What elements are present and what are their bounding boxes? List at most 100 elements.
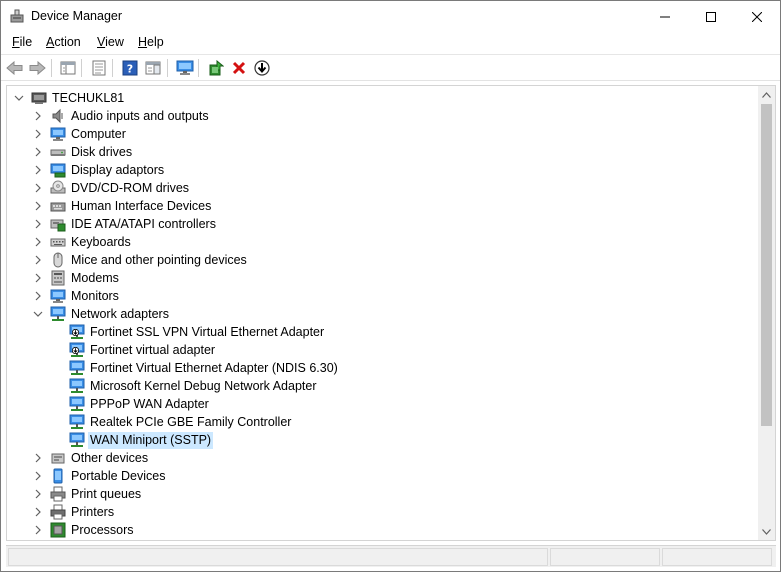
properties-button[interactable] — [89, 58, 109, 78]
network-adapter-icon — [69, 414, 85, 430]
tree-device-fortinet-ssl-vpn-virtual-ethernet-adapter[interactable]: Fortinet SSL VPN Virtual Ethernet Adapte… — [69, 323, 326, 341]
svg-text:?: ? — [127, 63, 133, 76]
keyboard-icon — [50, 234, 66, 250]
tree-device-pppop-wan-adapter[interactable]: PPPoP WAN Adapter — [69, 395, 211, 413]
expand-chevron-icon[interactable] — [32, 107, 44, 125]
enable-device-button[interactable] — [252, 58, 272, 78]
expand-chevron-icon[interactable] — [32, 161, 44, 179]
menu-action[interactable]: Action — [46, 35, 81, 49]
network-adapter-icon — [69, 432, 85, 448]
expand-chevron-icon[interactable] — [32, 251, 44, 269]
collapse-chevron-icon[interactable] — [32, 305, 44, 323]
device-manager-window: Device Manager File Action View Help ? T… — [0, 0, 781, 572]
menu-help[interactable]: Help — [138, 35, 164, 49]
scrollbar-thumb[interactable] — [761, 104, 772, 426]
tree-item-label: Other devices — [71, 450, 149, 465]
expand-chevron-icon[interactable] — [32, 125, 44, 143]
close-button[interactable] — [734, 1, 780, 32]
minimize-icon — [660, 16, 670, 17]
tree-category-audio-inputs-and-outputs[interactable]: Audio inputs and outputs — [32, 107, 211, 125]
tree-category-dvd-cd-rom-drives[interactable]: DVD/CD-ROM drives — [32, 179, 191, 197]
expand-chevron-icon[interactable] — [32, 179, 44, 197]
tree-category-modems[interactable]: Modems — [32, 269, 121, 287]
expand-chevron-icon[interactable] — [32, 503, 44, 521]
tree-category-portable-devices[interactable]: Portable Devices — [32, 467, 168, 485]
menu-file[interactable]: File — [12, 35, 32, 49]
back-button[interactable] — [5, 58, 25, 78]
tree-device-realtek-pcie-gbe-family-controller[interactable]: Realtek PCIe GBE Family Controller — [69, 413, 293, 431]
tree-item-label: Disk drives — [71, 144, 133, 159]
expand-chevron-icon[interactable] — [32, 233, 44, 251]
expand-chevron-icon[interactable] — [32, 287, 44, 305]
forward-button[interactable] — [27, 58, 47, 78]
scroll-up-button[interactable] — [758, 86, 775, 103]
tree-category-disk-drives[interactable]: Disk drives — [32, 143, 134, 161]
print-queue-icon — [50, 486, 66, 502]
speaker-icon — [50, 108, 66, 124]
network-adapter-icon — [69, 396, 85, 412]
expand-chevron-icon[interactable] — [32, 197, 44, 215]
tree-item-label: DVD/CD-ROM drives — [71, 180, 190, 195]
tree-item-label: Print queues — [71, 486, 142, 501]
expand-chevron-icon[interactable] — [32, 485, 44, 503]
vertical-scrollbar[interactable] — [758, 86, 775, 540]
uninstall-device-button[interactable] — [229, 58, 249, 78]
toolbar-separator — [81, 59, 82, 77]
forward-icon — [29, 61, 46, 75]
tree-category-monitors[interactable]: Monitors — [32, 287, 121, 305]
scroll-down-button[interactable] — [758, 523, 775, 540]
window-title: Device Manager — [31, 9, 123, 23]
expand-chevron-icon[interactable] — [32, 215, 44, 233]
tree-category-ide-ata-atapi-controllers[interactable]: IDE ATA/ATAPI controllers — [32, 215, 218, 233]
menu-bar: File Action View Help — [1, 32, 780, 54]
update-driver-button[interactable] — [206, 58, 226, 78]
tree-category-computer[interactable]: Computer — [32, 125, 128, 143]
expand-chevron-icon[interactable] — [32, 449, 44, 467]
tree-category-keyboards[interactable]: Keyboards — [32, 233, 133, 251]
expand-chevron-icon[interactable] — [32, 269, 44, 287]
disk-drive-icon — [50, 144, 66, 160]
uninstall-icon — [232, 61, 246, 75]
tree-device-microsoft-kernel-debug-network-adapter[interactable]: Microsoft Kernel Debug Network Adapter — [69, 377, 319, 395]
display-adapter-icon — [50, 162, 66, 178]
maximize-button[interactable] — [688, 1, 734, 32]
menu-view[interactable]: View — [97, 35, 124, 49]
tree-category-network-adapters[interactable]: Network adapters — [32, 305, 171, 323]
show-hide-console-tree-button[interactable] — [58, 58, 78, 78]
scroll-down-icon — [762, 528, 771, 535]
device-tree[interactable]: TECHUKL81 Audio inputs and outputs Compute… — [6, 85, 776, 541]
expand-chevron-icon[interactable] — [32, 143, 44, 161]
help-button[interactable]: ? — [120, 58, 140, 78]
computer-monitor-icon — [50, 126, 66, 142]
toolbar-separator — [167, 59, 168, 77]
minimize-button[interactable] — [642, 1, 688, 32]
expand-chevron-icon[interactable] — [32, 467, 44, 485]
tree-item-label: Fortinet Virtual Ethernet Adapter (NDIS … — [90, 360, 338, 375]
computer-monitor-icon — [176, 60, 194, 75]
scan-hardware-button[interactable] — [175, 58, 195, 78]
tree-category-mice-and-other-pointing-devices[interactable]: Mice and other pointing devices — [32, 251, 249, 269]
tree-category-printers[interactable]: Printers — [32, 503, 116, 521]
title-bar[interactable]: Device Manager — [1, 1, 780, 32]
tree-category-other-devices[interactable]: Other devices — [32, 449, 150, 467]
tree-category-print-queues[interactable]: Print queues — [32, 485, 143, 503]
action-pane-button[interactable] — [143, 58, 163, 78]
tree-root-techukl81[interactable]: TECHUKL81 — [13, 89, 126, 107]
tree-item-label: Mice and other pointing devices — [71, 252, 247, 267]
tree-item-label: Realtek PCIe GBE Family Controller — [90, 414, 292, 429]
tree-category-processors[interactable]: Processors — [32, 521, 136, 539]
expand-chevron-icon[interactable] — [32, 521, 44, 539]
download-icon — [254, 60, 270, 76]
tree-device-wan-miniport-sstp[interactable]: WAN Miniport (SSTP) — [69, 431, 214, 449]
close-icon — [752, 11, 762, 22]
collapse-chevron-icon[interactable] — [13, 89, 25, 107]
tree-item-label: Computer — [71, 126, 126, 141]
tree-item-label: Portable Devices — [71, 468, 166, 483]
tree-device-fortinet-virtual-ethernet-adapter-ndis-6-30[interactable]: Fortinet Virtual Ethernet Adapter (NDIS … — [69, 359, 340, 377]
properties-view-icon — [60, 61, 76, 75]
tree-device-fortinet-virtual-adapter[interactable]: Fortinet virtual adapter — [69, 341, 217, 359]
computer-icon — [31, 90, 47, 106]
tree-category-human-interface-devices[interactable]: Human Interface Devices — [32, 197, 213, 215]
tree-category-display-adaptors[interactable]: Display adaptors — [32, 161, 166, 179]
tree-item-label: TECHUKL81 — [52, 90, 125, 105]
